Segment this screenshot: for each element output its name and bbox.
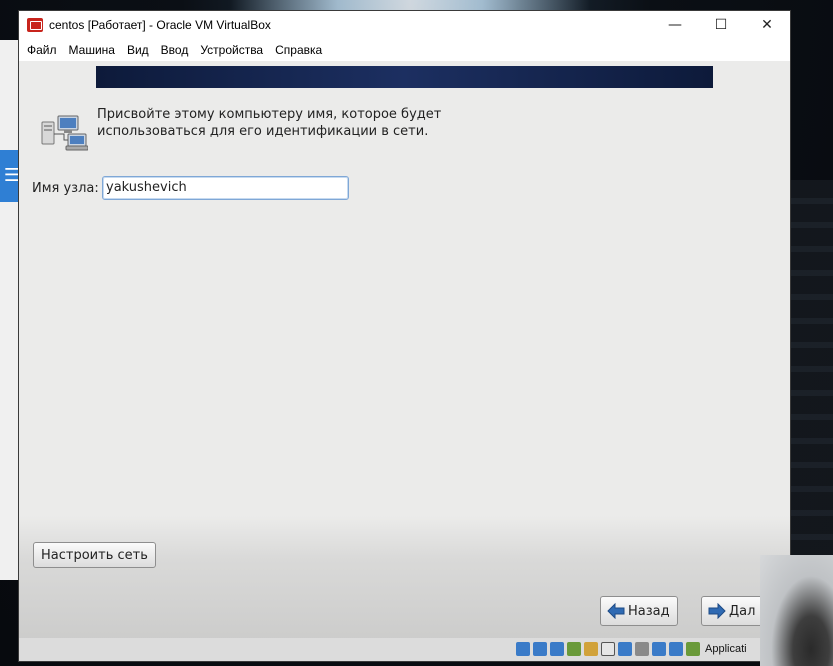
audio-icon[interactable] — [550, 642, 564, 656]
arrow-left-icon — [607, 603, 625, 619]
desktop-decoration — [790, 180, 833, 560]
maximize-button[interactable]: ☐ — [698, 11, 744, 39]
virtualbox-window: centos [Работает] - Oracle VM VirtualBox… — [19, 11, 790, 661]
next-label: Дал — [729, 603, 756, 619]
host-key-icon[interactable] — [686, 642, 700, 656]
configure-network-button[interactable]: Настроить сеть — [33, 542, 156, 568]
hostname-description: Присвойте этому компьютеру имя, которое … — [97, 107, 442, 139]
back-button[interactable]: Назад — [600, 596, 678, 626]
shared-folders-icon[interactable] — [601, 642, 615, 656]
arrow-right-icon — [708, 603, 726, 619]
menu-view[interactable]: Вид — [123, 43, 157, 57]
optical-drive-icon[interactable] — [533, 642, 547, 656]
minimize-button[interactable]: — — [652, 11, 698, 39]
display-icon[interactable] — [618, 642, 632, 656]
back-label: Назад — [628, 603, 670, 619]
guest-screen[interactable]: Присвойте этому компьютеру имя, которое … — [19, 61, 790, 661]
background-window-tab[interactable]: ☰ — [0, 150, 20, 202]
network-icon[interactable] — [567, 642, 581, 656]
menu-devices[interactable]: Устройства — [196, 43, 271, 57]
menu-help[interactable]: Справка — [271, 43, 330, 57]
status-text: Applicati — [705, 643, 747, 655]
installer-banner — [96, 66, 713, 88]
hostname-label: Имя узла: — [32, 181, 99, 196]
menu-bar: Файл Машина Вид Ввод Устройства Справка — [19, 39, 790, 61]
title-bar[interactable]: centos [Работает] - Oracle VM VirtualBox… — [19, 11, 790, 39]
hostname-input[interactable]: yakushevich — [102, 176, 349, 200]
usb-icon[interactable] — [584, 642, 598, 656]
mouse-integration-icon[interactable] — [669, 642, 683, 656]
video-capture-icon[interactable] — [635, 642, 649, 656]
close-button[interactable]: ✕ — [744, 11, 790, 39]
cpu-icon[interactable] — [652, 642, 666, 656]
configure-network-label: Настроить сеть — [41, 547, 148, 563]
status-bar: Applicati — [19, 638, 790, 661]
menu-input[interactable]: Ввод — [157, 43, 197, 57]
window-title: centos [Работает] - Oracle VM VirtualBox — [49, 18, 271, 32]
hard-disk-icon[interactable] — [516, 642, 530, 656]
network-computers-icon — [41, 115, 88, 151]
menu-machine[interactable]: Машина — [65, 43, 123, 57]
webcam-overlay — [760, 555, 833, 666]
virtualbox-app-icon — [27, 18, 43, 32]
menu-file[interactable]: Файл — [23, 43, 65, 57]
